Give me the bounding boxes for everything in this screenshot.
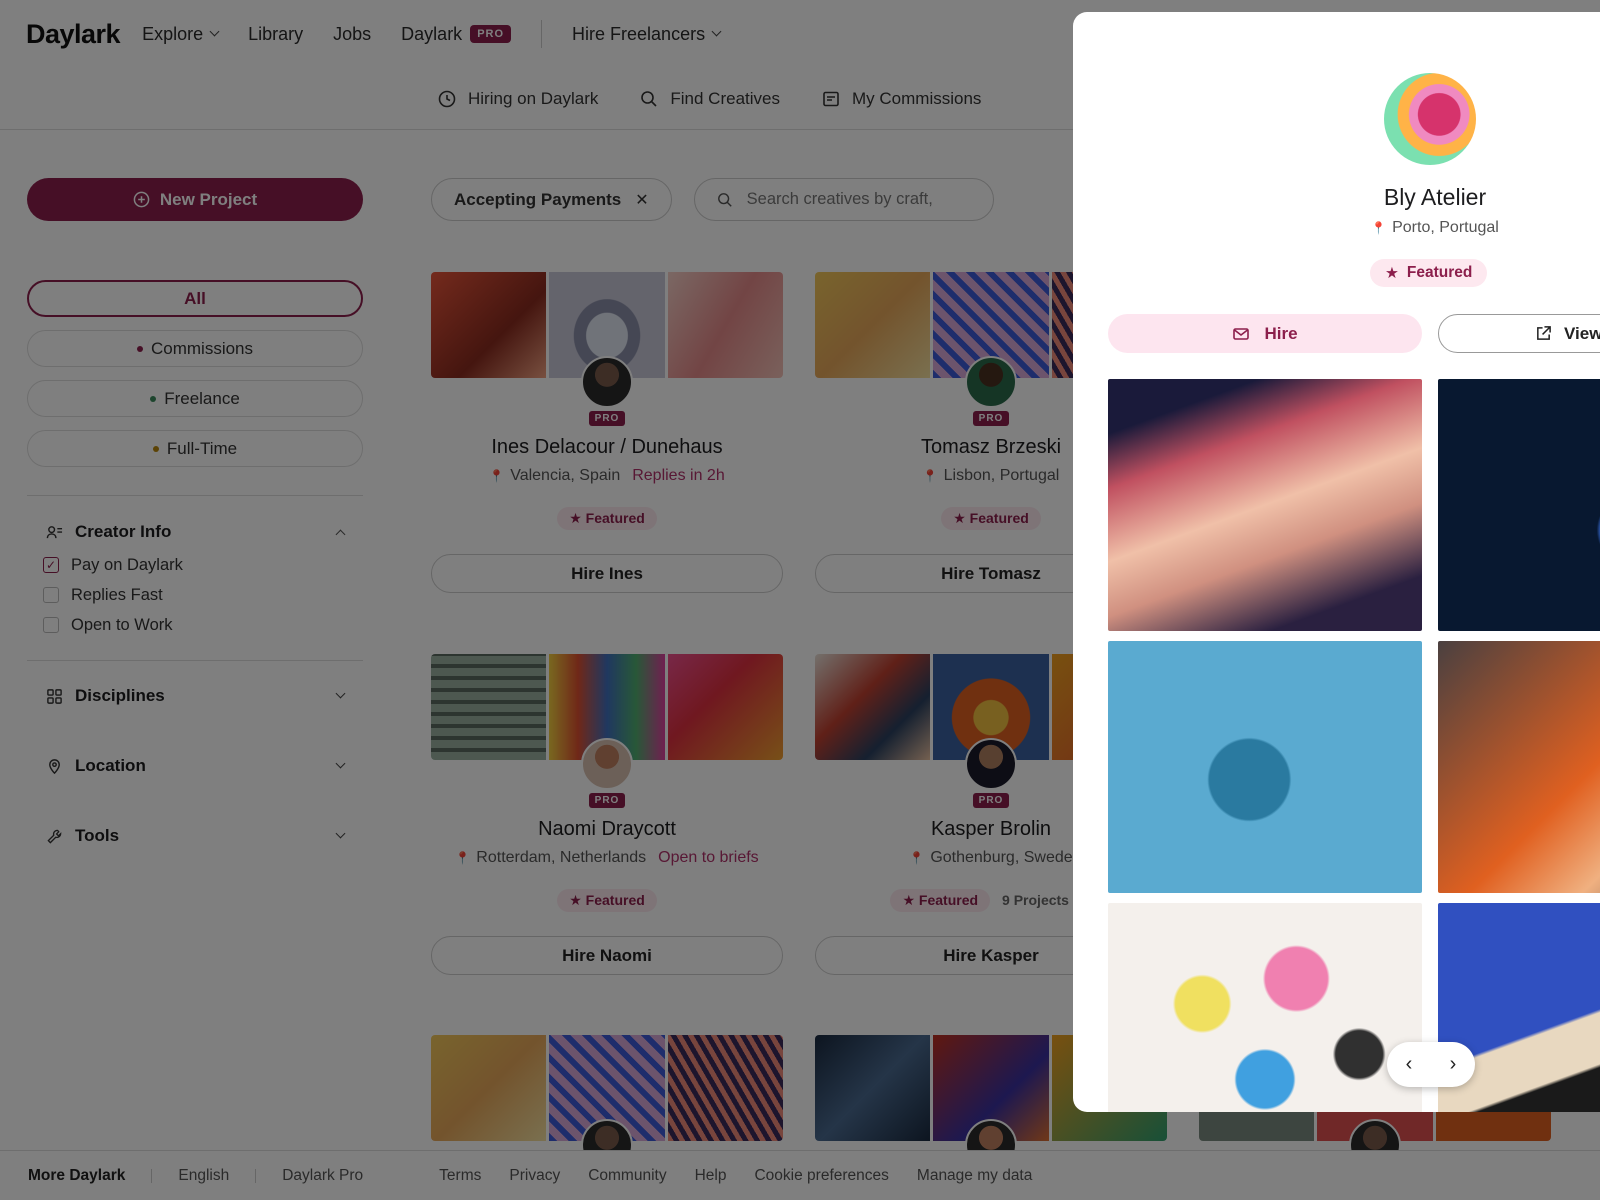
mail-icon (1233, 327, 1250, 340)
gallery-image[interactable] (1108, 641, 1422, 893)
hire-label: Hire (1264, 323, 1298, 343)
featured-badge: ★ Featured (1370, 259, 1488, 287)
hire-button[interactable]: Hire (1108, 314, 1422, 353)
profile-location-text: Porto, Portugal (1392, 219, 1499, 236)
creator-profile-panel: Bly Atelier 📍 Porto, Portugal ★ Featured H… (1073, 12, 1600, 1112)
chevron-left-icon[interactable]: ‹ (1406, 1053, 1413, 1076)
profile-location: 📍 Porto, Portugal (1073, 219, 1600, 237)
gallery-image[interactable] (1438, 379, 1600, 631)
profile-avatar (1384, 73, 1476, 165)
chevron-right-icon[interactable]: › (1450, 1053, 1457, 1076)
gallery-image[interactable] (1438, 641, 1600, 893)
gallery-image[interactable] (1108, 379, 1422, 631)
profile-name: Bly Atelier (1383, 184, 1487, 210)
view-label: View (1564, 323, 1600, 343)
external-link-icon (1537, 326, 1551, 340)
featured-label: Featured (1406, 264, 1473, 281)
star-icon: ★ (1385, 264, 1399, 282)
view-button[interactable]: View (1438, 314, 1600, 353)
gallery-pager: ‹ › (1387, 1042, 1475, 1087)
gallery-image[interactable] (1108, 903, 1422, 1112)
location-pin-icon: 📍 (1371, 221, 1387, 235)
